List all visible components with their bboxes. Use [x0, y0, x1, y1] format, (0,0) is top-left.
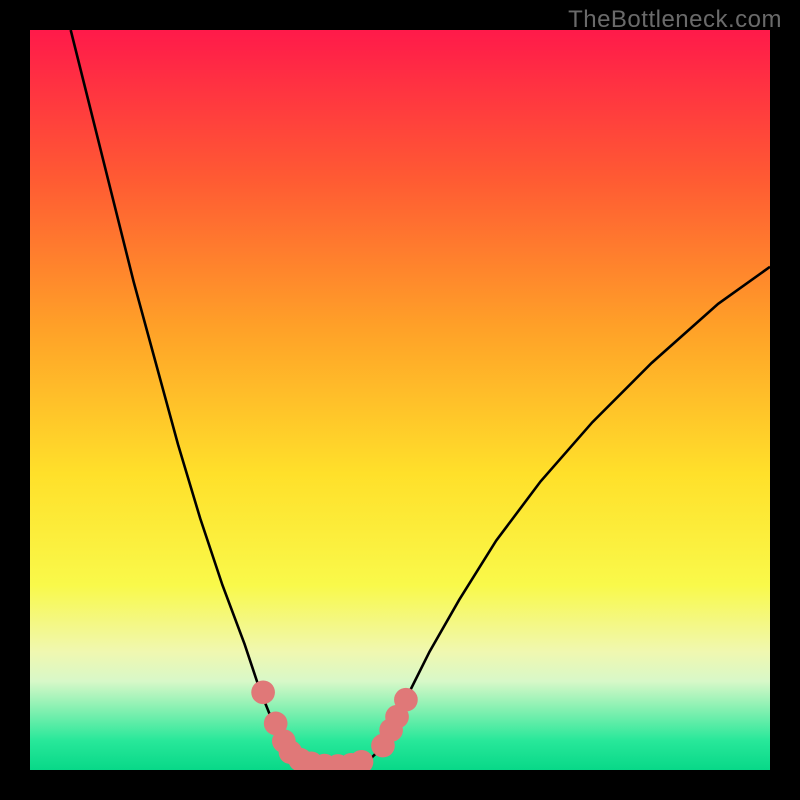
watermark-text: TheBottleneck.com [568, 6, 782, 34]
bottleneck-curve [71, 30, 770, 766]
curve-layer [30, 30, 770, 770]
chart-frame: TheBottleneck.com [0, 0, 800, 800]
data-marker [350, 750, 374, 770]
plot-area [30, 30, 770, 770]
marker-group [251, 680, 418, 770]
data-marker [394, 688, 418, 712]
data-marker [251, 680, 275, 704]
